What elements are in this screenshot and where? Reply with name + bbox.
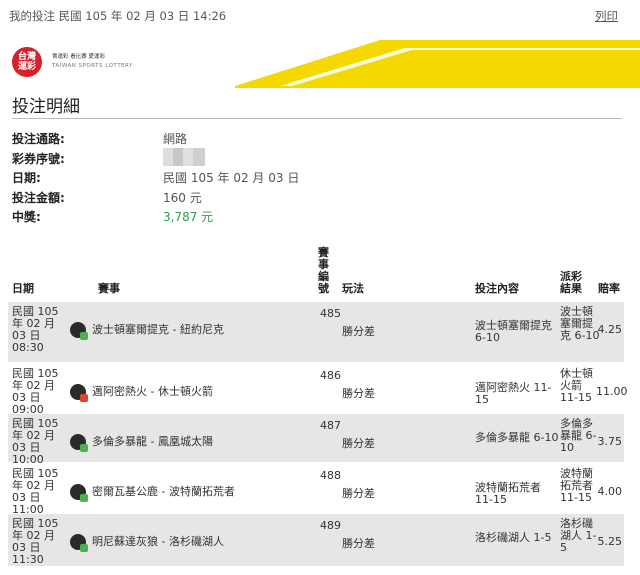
row-bet-content: 波士頓塞爾提克 6-10 [475, 319, 552, 344]
amount-value: 160 元 [163, 191, 202, 205]
col-header-play: 玩法 [342, 282, 364, 295]
row-play-type: 勝分差 [342, 387, 375, 400]
row-event-no: 485 [320, 307, 341, 320]
row-play-type: 勝分差 [342, 325, 375, 338]
table-row: 民國 105 年 02 月 03 日 10:00 多倫多暴龍 - 鳳凰城太陽 487… [8, 414, 624, 466]
table-row: 民國 105 年 02 月 03 日 11:30 明尼蘇達灰狼 - 洛杉磯湖人 48… [8, 514, 624, 566]
date-value: 民國 105 年 02 月 03 日 [163, 171, 300, 185]
row-event: 多倫多暴龍 - 鳳凰城太陽 [92, 435, 213, 448]
row-result: 波特蘭拓荒者 11-15 [560, 467, 593, 504]
brand-english: TAIWAN SPORTS LOTTERY [52, 63, 133, 69]
logo-line2: 運彩 [17, 62, 36, 72]
title-divider [12, 118, 622, 119]
serial-value-redacted [163, 148, 205, 166]
row-bet-content: 邁阿密熱火 11-15 [475, 381, 552, 406]
win-value: 3,787 元 [163, 210, 214, 224]
col-header-event-no: 賽事編號 [318, 246, 329, 295]
brand-tagline: 賣運彩 看比賽 愛運彩 [52, 54, 105, 60]
page-title: 投注明細 [12, 97, 80, 117]
row-result: 休士頓火箭 11-15 [560, 367, 593, 404]
win-label: 中獎: [12, 210, 41, 224]
col-header-bet: 投注內容 [475, 282, 519, 295]
row-bet-content: 波特蘭拓荒者 11-15 [475, 481, 541, 506]
row-bet-content: 洛杉磯湖人 1-5 [475, 531, 552, 544]
brand-text: 賣運彩 看比賽 愛運彩 TAIWAN SPORTS LOTTERY [52, 53, 133, 71]
col-header-odds: 賠率 [598, 282, 620, 295]
row-bet-content: 多倫多暴龍 6-10 [475, 431, 559, 444]
basketball-icon [70, 322, 88, 340]
table-row: 民國 105 年 02 月 03 日 09:00 邁阿密熱火 - 休士頓火箭 486… [8, 364, 628, 416]
table-row: 民國 105 年 02 月 03 日 11:00 密爾瓦基公鹿 - 波特蘭拓荒者 4… [8, 464, 624, 516]
row-odds: 11.00 [596, 385, 628, 398]
channel-value: 網路 [163, 132, 188, 146]
brand-logo: 台灣 運彩 [12, 47, 42, 77]
row-play-type: 勝分差 [342, 537, 375, 550]
row-date: 民國 105 年 02 月 03 日 08:30 [12, 305, 59, 354]
row-event: 明尼蘇達灰狼 - 洛杉磯湖人 [92, 535, 224, 548]
row-result: 洛杉磯湖人 1-5 [560, 517, 597, 554]
row-event-no: 486 [320, 369, 341, 382]
row-result: 波士頓塞爾提克 6-10 [560, 305, 600, 342]
row-odds: 5.25 [597, 535, 623, 548]
row-odds: 4.00 [597, 485, 623, 498]
row-date: 民國 105 年 02 月 03 日 11:30 [12, 517, 59, 566]
amount-label: 投注金額: [12, 191, 65, 205]
col-header-date: 日期 [12, 282, 34, 295]
row-event-no: 487 [320, 419, 341, 432]
row-event-no: 489 [320, 519, 341, 532]
serial-label: 彩券序號: [12, 152, 65, 166]
row-date: 民國 105 年 02 月 03 日 11:00 [12, 467, 59, 516]
top-bar: 我的投注 民國 105 年 02 月 03 日 14:26 列印 [0, 0, 640, 28]
row-date: 民國 105 年 02 月 03 日 09:00 [12, 367, 59, 416]
row-event: 波士頓塞爾提克 - 紐約尼克 [92, 323, 224, 336]
channel-label: 投注通路: [12, 132, 65, 146]
basketball-icon [70, 534, 88, 552]
row-event: 邁阿密熱火 - 休士頓火箭 [92, 385, 213, 398]
row-date: 民國 105 年 02 月 03 日 10:00 [12, 417, 59, 466]
basketball-icon [70, 484, 88, 502]
row-result: 多倫多暴龍 6-10 [560, 417, 597, 454]
logo-line1: 台灣 [17, 52, 36, 62]
table-row: 民國 105 年 02 月 03 日 08:30 波士頓塞爾提克 - 紐約尼克 48… [8, 302, 624, 362]
row-play-type: 勝分差 [342, 437, 375, 450]
row-play-type: 勝分差 [342, 487, 375, 500]
basketball-icon [70, 384, 88, 402]
row-event: 密爾瓦基公鹿 - 波特蘭拓荒者 [92, 485, 235, 498]
breadcrumb[interactable]: 我的投注 民國 105 年 02 月 03 日 14:26 [9, 8, 226, 24]
col-header-event: 賽事 [98, 282, 120, 295]
basketball-icon [70, 434, 88, 452]
date-label: 日期: [12, 171, 41, 185]
col-header-result: 派彩結果 [560, 270, 582, 295]
print-link[interactable]: 列印 [595, 8, 618, 24]
row-odds: 3.75 [597, 435, 623, 448]
brand-banner: 台灣 運彩 賣運彩 看比賽 愛運彩 TAIWAN SPORTS LOTTERY [0, 34, 640, 88]
row-odds: 4.25 [597, 323, 623, 336]
row-event-no: 488 [320, 469, 341, 482]
